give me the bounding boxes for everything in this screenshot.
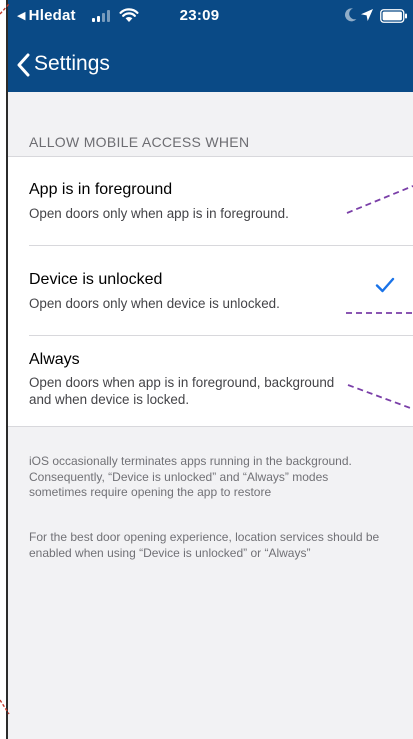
location-arrow-icon <box>361 9 373 21</box>
option-subtitle: Open doors only when device is unlocked. <box>29 296 280 311</box>
screenshot-left-edge <box>0 0 8 739</box>
option-row-unlocked[interactable]: Device is unlocked Open doors only when … <box>8 246 413 336</box>
back-button[interactable]: Settings <box>34 52 110 76</box>
navigation-bar: Settings <box>8 44 413 88</box>
status-bar: ◀ Hledat 23:09 <box>8 0 413 36</box>
option-title: Always <box>29 351 80 368</box>
section-header: ALLOW MOBILE ACCESS WHEN <box>29 134 250 150</box>
footer-note-location: For the best door opening experience, lo… <box>29 530 380 560</box>
battery-icon <box>380 9 407 23</box>
moon-icon <box>345 8 357 22</box>
top-bar: ◀ Hledat 23:09 Settings <box>8 0 413 92</box>
chevron-left-icon[interactable] <box>16 53 30 77</box>
options-group: App is in foreground Open doors only whe… <box>8 156 413 427</box>
option-subtitle: Open doors only when app is in foregroun… <box>29 206 289 221</box>
option-row-foreground[interactable]: App is in foreground Open doors only whe… <box>8 157 413 246</box>
checkmark-icon <box>375 277 395 293</box>
option-row-always[interactable]: Always Open doors when app is in foregro… <box>8 336 413 426</box>
option-title: Device is unlocked <box>29 271 163 288</box>
phone-screen: ◀ Hledat 23:09 Settings ALLOW MOBILE ACC… <box>8 0 413 739</box>
footer-note-termination: iOS occasionally terminates apps running… <box>29 454 352 499</box>
option-subtitle: Open doors when app is in foreground, ba… <box>29 375 335 407</box>
option-title: App is in foreground <box>29 181 173 198</box>
